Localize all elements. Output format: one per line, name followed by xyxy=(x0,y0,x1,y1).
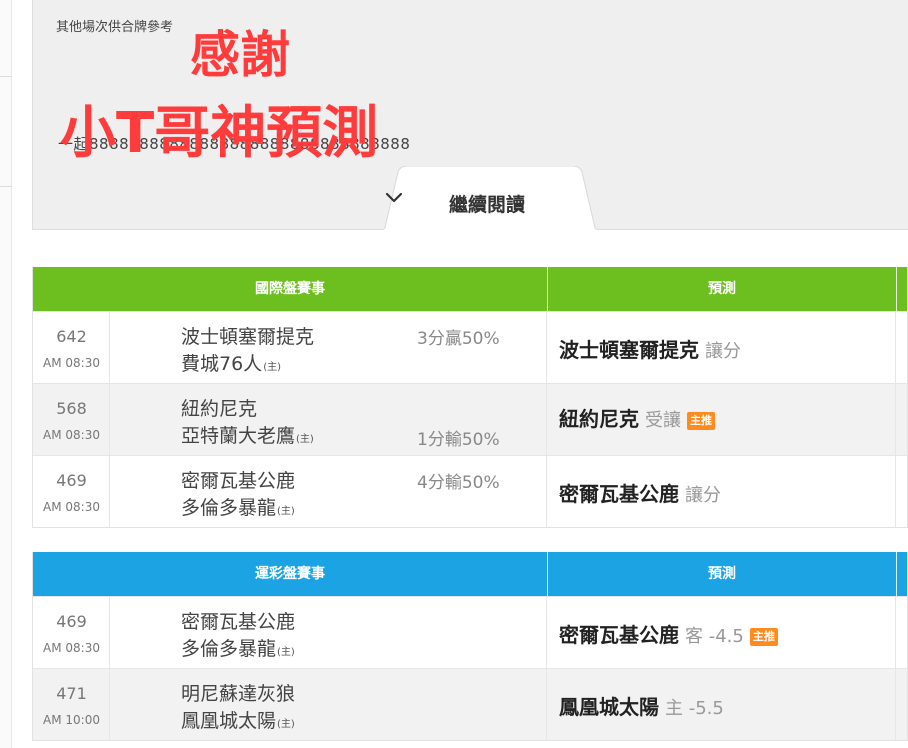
header-divider xyxy=(896,552,897,596)
match-number: 568 xyxy=(56,399,87,418)
prediction-cell: 鳳凰城太陽主 -5.5 xyxy=(548,669,896,740)
match-time: AM 10:00 xyxy=(43,713,100,727)
predicted-pick: 受讓 xyxy=(645,410,681,431)
predicted-pick: 讓分 xyxy=(705,341,741,362)
table-row: 568 AM 08:30 紐約尼克 亞特蘭大老鷹(主) 1分輸50% 紐約尼克受… xyxy=(33,383,907,455)
home-team-line: 多倫多暴龍(主) xyxy=(181,493,295,520)
away-team: 明尼蘇達灰狼 xyxy=(181,683,296,705)
home-team-line: 費城76人(主) xyxy=(181,349,281,376)
home-team: 鳳凰城太陽 xyxy=(181,710,277,732)
teams-cell: 密爾瓦基公鹿 多倫多暴龍(主) 4分輸50% xyxy=(111,456,547,527)
teams-cell: 波士頓塞爾提克 費城76人(主) 3分贏50% xyxy=(111,312,547,383)
match-number: 469 xyxy=(56,612,87,631)
predicted-team: 波士頓塞爾提克 xyxy=(559,338,699,362)
reference-title: 其他場次供合牌參考 xyxy=(56,20,174,35)
featured-pick-badge: 主推 xyxy=(687,412,715,430)
away-team: 密爾瓦基公鹿 xyxy=(181,611,296,633)
match-id-cell: 471 AM 10:00 xyxy=(33,669,110,740)
lottery-table-header: 運彩盤賽事 預測 xyxy=(33,552,907,596)
overlay-prediction-text: 小T哥神預測 xyxy=(60,101,379,166)
international-header-title: 國際盤賽事 xyxy=(255,281,325,297)
match-number: 469 xyxy=(56,471,87,490)
away-team: 紐約尼克 xyxy=(181,398,258,420)
home-tag: (主) xyxy=(263,362,281,373)
match-number: 642 xyxy=(56,327,87,346)
teams-cell: 明尼蘇達灰狼 鳳凰城太陽(主) xyxy=(111,669,547,740)
header-divider xyxy=(896,267,897,311)
home-tag: (主) xyxy=(277,719,295,730)
table-row: 469 AM 08:30 密爾瓦基公鹿 多倫多暴龍(主) 密爾瓦基公鹿客 -4.… xyxy=(33,596,907,668)
match-time: AM 08:30 xyxy=(43,500,100,514)
away-team: 波士頓塞爾提克 xyxy=(181,326,315,348)
predicted-team: 密爾瓦基公鹿 xyxy=(559,482,679,506)
prediction-cell: 波士頓塞爾提克 讓分 xyxy=(548,312,896,383)
home-team-line: 亞特蘭大老鷹(主) xyxy=(181,421,314,448)
result-text: 1分輸50% xyxy=(417,430,500,450)
international-header-prediction: 預測 xyxy=(708,281,736,297)
home-tag: (主) xyxy=(277,647,295,658)
home-team: 多倫多暴龍 xyxy=(181,497,277,519)
lottery-header-prediction: 預測 xyxy=(708,566,736,582)
teams-cell: 密爾瓦基公鹿 多倫多暴龍(主) xyxy=(111,597,547,668)
featured-pick-badge: 主推 xyxy=(749,628,778,646)
home-tag: (主) xyxy=(277,506,295,517)
table-row: 471 AM 10:00 明尼蘇達灰狼 鳳凰城太陽(主) 鳳凰城太陽主 -5.5 xyxy=(33,668,907,740)
international-table-header: 國際盤賽事 預測 xyxy=(33,267,907,311)
prediction-cell: 密爾瓦基公鹿客 -4.5 主推 xyxy=(548,597,896,668)
teams-cell: 紐約尼克 亞特蘭大老鷹(主) 1分輸50% xyxy=(111,384,547,455)
lottery-header-title: 運彩盤賽事 xyxy=(255,566,325,582)
match-id-cell: 642 AM 08:30 xyxy=(33,312,110,383)
match-id-cell: 469 AM 08:30 xyxy=(33,456,110,527)
home-team-line: 多倫多暴龍(主) xyxy=(181,634,295,661)
result-text: 3分贏50% xyxy=(417,329,500,349)
predicted-pick: 讓分 xyxy=(685,485,721,506)
home-team: 多倫多暴龍 xyxy=(181,638,277,660)
away-team: 密爾瓦基公鹿 xyxy=(181,470,296,492)
home-team: 費城76人 xyxy=(181,353,263,375)
match-time: AM 08:30 xyxy=(43,641,100,655)
table-row: 642 AM 08:30 波士頓塞爾提克 費城76人(主) 3分贏50% 波士頓… xyxy=(33,311,907,383)
table-row: 469 AM 08:30 密爾瓦基公鹿 多倫多暴龍(主) 4分輸50% 密爾瓦基… xyxy=(33,455,907,527)
match-id-cell: 568 AM 08:30 xyxy=(33,384,110,455)
left-gutter xyxy=(0,0,12,748)
gutter-divider xyxy=(0,76,12,77)
match-id-cell: 469 AM 08:30 xyxy=(33,597,110,668)
match-number: 471 xyxy=(56,684,87,703)
read-more-label: 繼續閱讀 xyxy=(448,194,525,216)
overlay-thanks-text: 感謝 xyxy=(190,26,290,84)
international-table: 國際盤賽事 預測 642 AM 08:30 波士頓塞爾提克 費城76人(主) 3… xyxy=(32,267,908,528)
result-text: 4分輸50% xyxy=(417,473,500,493)
lottery-table: 運彩盤賽事 預測 469 AM 08:30 密爾瓦基公鹿 多倫多暴龍(主) 密爾… xyxy=(32,552,908,741)
read-more-button[interactable]: 繼續閱讀 xyxy=(384,166,596,232)
predicted-team: 紐約尼克 xyxy=(559,407,639,431)
predicted-team: 密爾瓦基公鹿 xyxy=(559,623,679,647)
predicted-pick: 客 -4.5 xyxy=(685,626,744,647)
prediction-cell: 密爾瓦基公鹿 讓分 xyxy=(548,456,896,527)
match-time: AM 08:30 xyxy=(43,428,100,442)
gutter-divider xyxy=(0,186,12,187)
prediction-cell: 紐約尼克 受讓 主推 xyxy=(548,384,896,455)
match-time: AM 08:30 xyxy=(43,356,100,370)
predicted-pick: 主 -5.5 xyxy=(665,698,724,719)
home-team: 亞特蘭大老鷹 xyxy=(181,425,296,447)
predicted-team: 鳳凰城太陽 xyxy=(559,695,659,719)
home-team-line: 鳳凰城太陽(主) xyxy=(181,706,295,733)
home-tag: (主) xyxy=(296,434,314,445)
